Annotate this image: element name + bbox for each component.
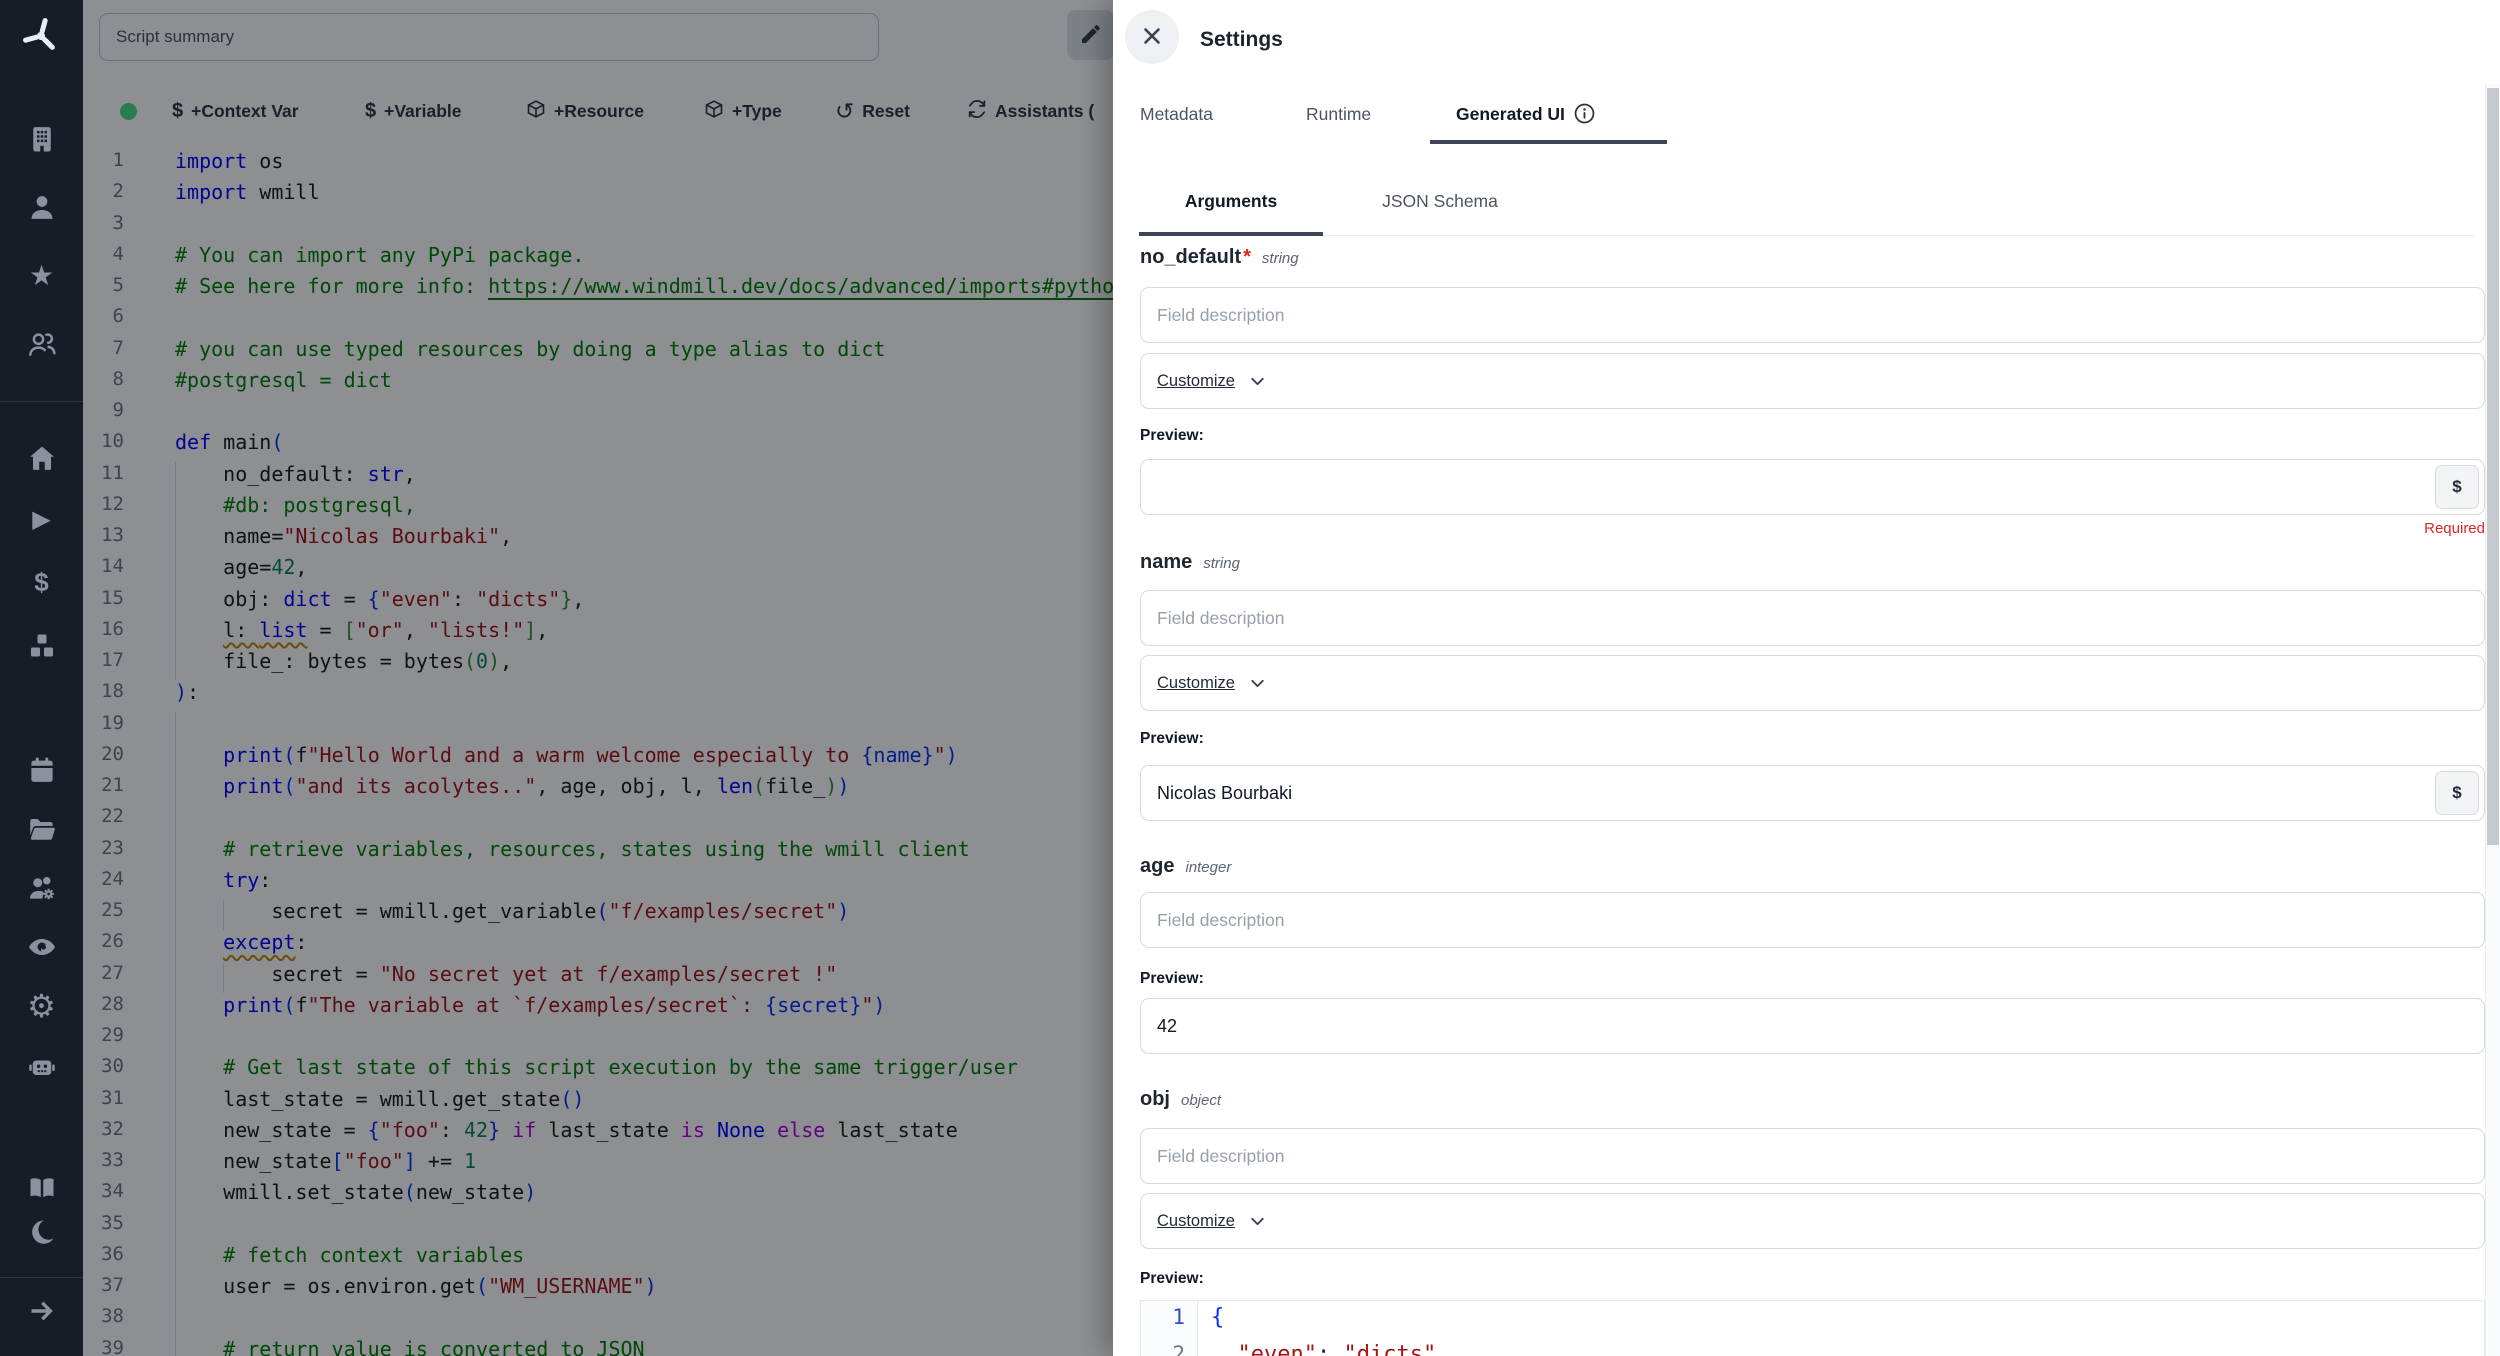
calendar-icon[interactable] [0,753,83,787]
windmill-app: ★▶$⚙ $+Context Var$+Variable+Resource+Ty… [0,0,2500,1356]
modal-overlay[interactable] [83,0,1113,1356]
chevron-down-icon[interactable] [1247,1211,1268,1232]
scrollbar-thumb[interactable] [2487,88,2499,845]
settings-drawer: Settings MetadataRuntimeGenerated UI Arg… [1113,0,2500,1356]
field-description-input-name[interactable] [1140,590,2485,646]
field-description-input-obj[interactable] [1140,1128,2485,1184]
robot-icon[interactable] [0,1050,83,1084]
dollar-var-button[interactable]: $ [2435,771,2479,815]
preview-label: Preview: [1140,427,1204,447]
customize-section-obj: Customize [1140,1193,2485,1249]
home-icon[interactable] [0,441,83,475]
star-icon[interactable]: ★ [0,259,83,293]
book-open-icon[interactable] [0,1171,83,1205]
preview-input-age[interactable] [1140,998,2485,1054]
field-name: age [1140,855,1174,878]
play-icon[interactable]: ▶ [0,503,83,537]
cubes-icon[interactable] [0,629,83,663]
chevron-down-icon[interactable] [1247,371,1268,392]
field-description-input-no_default[interactable] [1140,287,2485,343]
preview-label: Preview: [1140,1270,1204,1290]
field-type: object [1181,1092,1221,1109]
eye-icon[interactable] [0,930,83,964]
preview-input-wrap: $ [1140,765,2485,821]
moon-icon[interactable] [0,1215,83,1249]
customize-section-no_default: Customize [1140,353,2485,409]
preview-input-name[interactable] [1140,765,2485,821]
chevron-down-icon[interactable] [1247,673,1268,694]
field-description-input-age[interactable] [1140,892,2485,948]
field-name: name [1140,551,1192,574]
windmill-logo-icon[interactable] [20,15,62,57]
required-note: Required [2424,520,2485,544]
users-icon[interactable] [0,327,83,361]
field-label-age: age integer [1140,855,1231,889]
preview-json-editor[interactable]: 1{2 "even": "dicts" [1140,1300,2485,1356]
field-type: integer [1185,859,1231,876]
customize-toggle[interactable]: Customize [1157,674,1235,693]
user-icon[interactable] [0,190,83,224]
dollar-icon[interactable]: $ [0,565,83,599]
preview-label: Preview: [1140,730,1204,750]
arguments-fields: no_default* string Customize Preview: $ Requi… [1140,0,2485,1356]
drawer-scrollbar[interactable] [2485,84,2500,1356]
arrow-right-icon[interactable] [0,1294,83,1328]
field-label-obj: obj object [1140,1088,1221,1122]
field-name: obj [1140,1088,1170,1111]
required-asterisk: * [1243,246,1251,269]
field-label-no_default: no_default* string [1140,246,1299,280]
field-label-name: name string [1140,551,1240,585]
sidebar-divider [0,401,83,402]
users-gear-icon[interactable] [0,871,83,905]
preview-input-wrap [1140,998,2485,1054]
customize-toggle[interactable]: Customize [1157,1212,1235,1231]
folder-open-icon[interactable] [0,812,83,846]
customize-toggle[interactable]: Customize [1157,372,1235,391]
field-type: string [1262,250,1299,267]
sidebar: ★ ▶ $ ⚙ [0,0,83,1356]
json-line: 2 "even": "dicts" [1141,1342,2484,1356]
building-icon[interactable] [0,122,83,156]
preview-label: Preview: [1140,970,1204,990]
field-name: no_default [1140,246,1241,269]
json-line: 1{ [1141,1305,2484,1342]
dollar-var-button[interactable]: $ [2435,465,2479,509]
preview-input-no_default[interactable] [1140,459,2485,515]
customize-section-name: Customize [1140,655,2485,711]
gear-icon[interactable]: ⚙ [0,989,83,1023]
sidebar-divider [0,1277,83,1278]
field-type: string [1203,555,1240,572]
preview-input-wrap: $ [1140,459,2485,515]
